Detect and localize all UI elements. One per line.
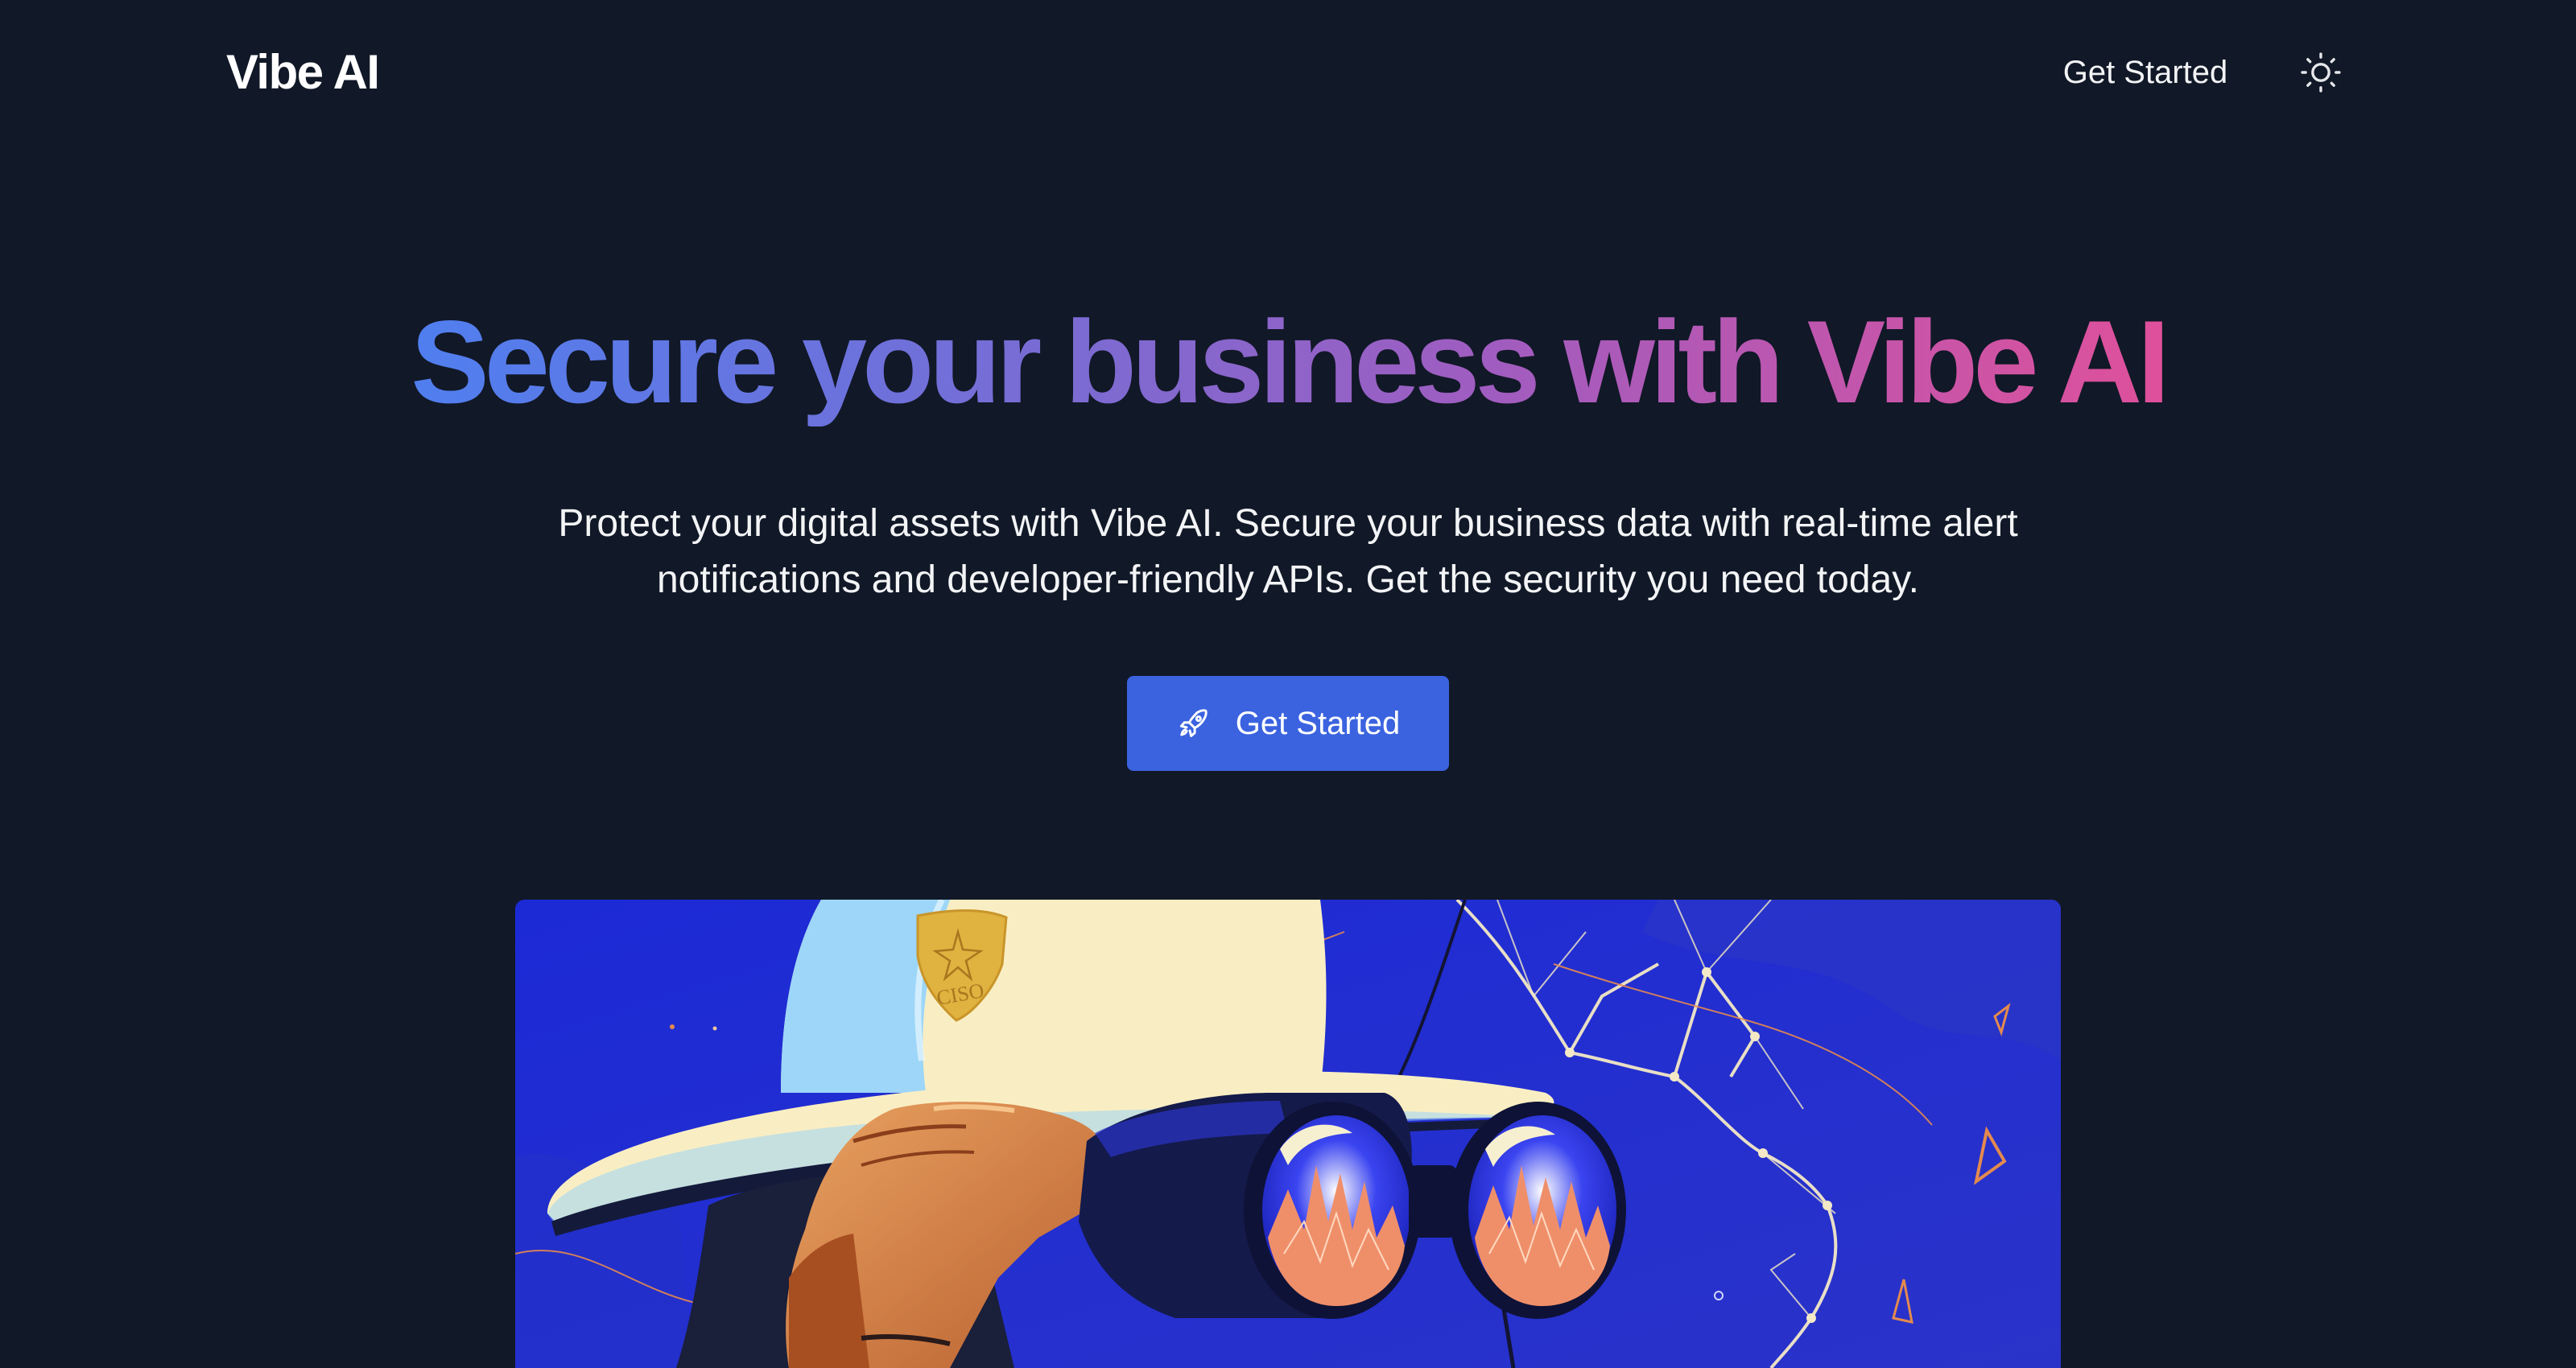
rocket-icon xyxy=(1176,706,1212,741)
sun-icon xyxy=(2301,52,2341,93)
hero-subtitle: Protect your digital assets with Vibe AI… xyxy=(558,502,2018,601)
theme-toggle-button[interactable] xyxy=(2297,49,2344,96)
logo[interactable]: Vibe AI xyxy=(226,45,380,100)
get-started-button[interactable]: Get Started xyxy=(1127,676,1449,771)
hero-title-text: Secure your business with Vibe AI xyxy=(402,298,2173,426)
site-header: Vibe AI Get Started xyxy=(0,0,2576,145)
get-started-button-label: Get Started xyxy=(1235,706,1401,741)
hero-illustration: CISO xyxy=(515,900,2061,1368)
nav-get-started-link[interactable]: Get Started xyxy=(2045,48,2246,97)
hero-title: Secure your business with Vibe AI xyxy=(0,298,2576,426)
